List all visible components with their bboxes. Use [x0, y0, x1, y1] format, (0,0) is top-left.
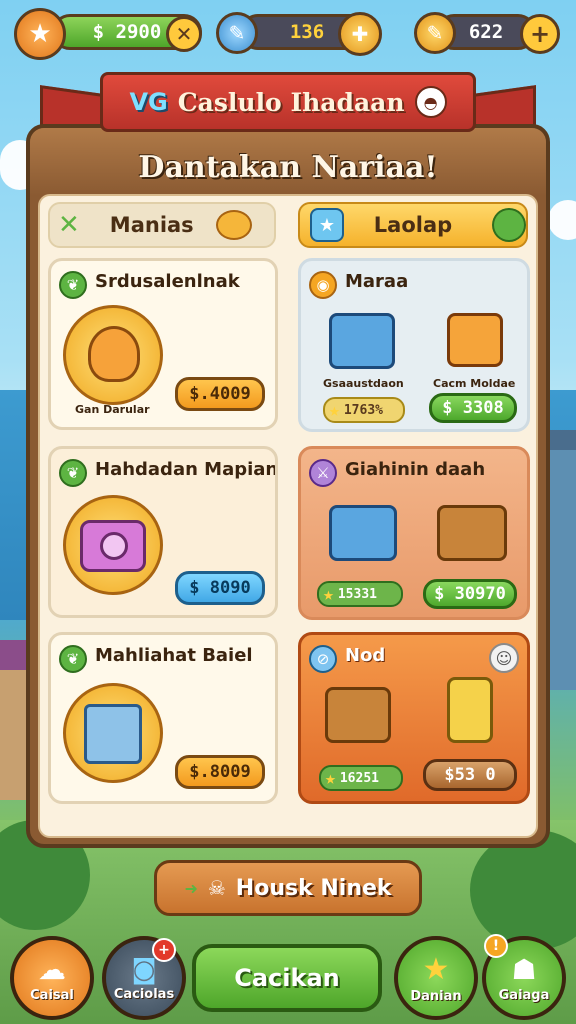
machine-icon	[63, 683, 163, 783]
brush-icon: ✎	[414, 12, 456, 54]
buy-price-button[interactable]: $ 30970	[423, 579, 517, 609]
wooden-chest-icon	[437, 505, 507, 561]
item-card-5[interactable]: ⚔ Giahinin daah ★ 15331 $ 30970	[298, 446, 530, 620]
item-card-3[interactable]: ❦ Mahliahat Baiel $.8009	[48, 632, 278, 804]
card-title: Hahdadan Mapian.	[95, 459, 278, 480]
item-caption: Gsaaustdaon	[323, 377, 404, 390]
rating-value: 1763%	[343, 402, 383, 418]
top-resource-bar: $ 2900 ★ ✕ 136 ✎ ✚ 622 ✎ +	[0, 6, 576, 60]
energy-value: 622	[468, 21, 504, 43]
star-nav-icon: ★	[422, 952, 450, 987]
treasure-chest-icon	[325, 687, 391, 743]
star-tab-icon: ★	[310, 208, 344, 242]
panel-title: Dantakan Nariaa!	[138, 149, 438, 185]
notification-badge: +	[152, 938, 176, 962]
leaf-icon: ❦	[59, 645, 87, 673]
tab-manias[interactable]: ✕ Manias	[48, 202, 276, 248]
tab-laolap-label: Laolap	[373, 213, 453, 237]
close-icon[interactable]: ✕	[166, 16, 202, 52]
star-icon: ★	[325, 767, 336, 789]
crossed-tools-icon: ✕	[58, 210, 80, 240]
creature-icon: ☗	[511, 953, 537, 986]
no-entry-icon: ⊘	[309, 645, 337, 673]
rating-pill: ★ 16251	[319, 765, 403, 791]
card-title: Maraa	[345, 271, 409, 292]
camera-nav-icon: ◙	[131, 954, 157, 985]
housk-ninek-label: Housk Ninek	[235, 875, 392, 901]
nav-danian-label: Danian	[410, 989, 462, 1004]
item-caption: Cacm Moldae	[433, 377, 516, 390]
monster-avatar-icon	[63, 305, 163, 405]
compass-icon: ◉	[309, 271, 337, 299]
card-title: Giahinin daah	[345, 459, 486, 480]
buy-price-button[interactable]: $.8009	[175, 755, 265, 789]
buy-price-button[interactable]: $.4009	[175, 377, 265, 411]
tab-manias-label: Manias	[109, 213, 194, 237]
item-card-2[interactable]: ❦ Hahdadan Mapian. $ 8090	[48, 446, 278, 618]
leaf-icon: ❦	[59, 271, 87, 299]
nav-cacikan-button[interactable]: Cacikan	[192, 944, 382, 1012]
ghost-icon: ☁	[38, 953, 66, 986]
blue-box-icon	[329, 313, 395, 369]
buy-price-button[interactable]: $ 8090	[175, 571, 265, 605]
coins-value: $ 2900	[92, 21, 162, 43]
alert-badge: !	[484, 934, 508, 958]
golden-vase-icon	[447, 677, 493, 743]
helmet-icon: ◓	[414, 86, 447, 118]
star-profile-icon[interactable]: ★	[14, 8, 66, 60]
gems-value: 136	[289, 21, 325, 43]
nav-cacikan-label: Cacikan	[234, 964, 340, 992]
nav-caisal[interactable]: ☁ Caisal	[10, 936, 94, 1020]
card-title: Srdusalenlnak	[95, 271, 240, 292]
panel-header: Dantakan Nariaa!	[30, 128, 546, 196]
plant-icon	[492, 208, 526, 242]
item-card-4[interactable]: ◉ Maraa Gsaaustdaon Cacm Moldae ★ 1763% …	[298, 258, 530, 432]
nav-caisal-label: Caisal	[30, 988, 74, 1003]
nav-caciolas-label: Caciolas	[113, 986, 175, 1002]
nav-danian[interactable]: ★ Danian	[394, 936, 478, 1020]
pencil-icon: ✎	[216, 12, 258, 54]
blue-box-icon	[329, 505, 397, 561]
banner-title: Caslulo Ihadaan	[177, 87, 405, 117]
item-card-1[interactable]: ❦ Srdusalenlnak Gan Darular $.4009	[48, 258, 278, 430]
gift-box-icon	[447, 313, 503, 367]
star-icon: ★	[323, 583, 334, 605]
rating-pill: ★ 15331	[317, 581, 403, 607]
add-icon[interactable]: +	[520, 14, 560, 54]
nav-gaiaga-label: Gaiaga	[498, 988, 550, 1003]
buy-price-button[interactable]: $53 0	[423, 759, 517, 791]
star-icon: ★	[329, 399, 340, 421]
leaf-icon: ❦	[59, 459, 87, 487]
house-right	[546, 430, 576, 690]
skull-icon: ☠	[207, 876, 226, 900]
banner-badge: VG	[129, 88, 168, 116]
card-title: Nod	[345, 645, 386, 666]
card-caption: Gan Darular	[75, 403, 150, 416]
sword-icon: ⚔	[309, 459, 337, 487]
cloud	[548, 200, 576, 240]
item-card-6[interactable]: ⊘ Nod ☺ ★ 16251 $53 0	[298, 632, 530, 804]
info-icon[interactable]: ☺	[489, 643, 519, 673]
rating-pill: ★ 1763%	[323, 397, 405, 423]
rating-value: 16251	[339, 770, 379, 786]
camera-icon	[63, 495, 163, 595]
tab-laolap[interactable]: ★ Laolap	[298, 202, 528, 248]
title-ribbon: VG Caslulo Ihadaan ◓	[100, 72, 476, 132]
housk-ninek-button[interactable]: ➜ ☠ Housk Ninek	[154, 860, 422, 916]
gamepad-icon[interactable]: ✚	[338, 12, 382, 56]
coin-bag-icon	[215, 210, 252, 240]
buy-price-button[interactable]: $ 3308	[429, 393, 517, 423]
card-title: Mahliahat Baiel	[95, 645, 253, 666]
rating-value: 15331	[337, 586, 377, 602]
arrow-icon: ➜	[184, 878, 198, 898]
